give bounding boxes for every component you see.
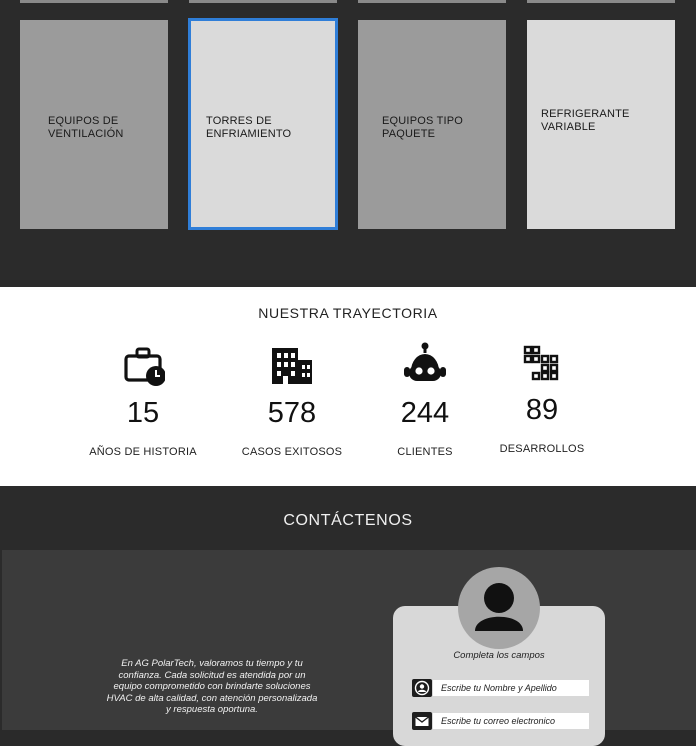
card-edge [358,0,506,3]
building-icon [271,347,313,390]
robot-icon [403,341,447,388]
service-card-paquete[interactable]: EQUIPOS TIPO PAQUETE [358,20,506,229]
envelope-icon [412,712,432,730]
email-input[interactable] [433,713,589,729]
stats-title: NUESTRA TRAYECTORIA [258,305,438,321]
card-edge [527,0,675,3]
briefcase-clock-icon [123,345,166,392]
service-card-ventilacion[interactable]: EQUIPOS DE VENTILACIÓN [20,20,168,229]
user-circle-icon [412,679,432,697]
stats-section: NUESTRA TRAYECTORIA 15 AÑOS DE HISTORIA [0,287,696,486]
stat-value: 89 [525,394,559,426]
blocks-icon [523,345,559,386]
service-card-refrigerante[interactable]: REFRIGERANTE VARIABLE [527,20,675,229]
name-field [412,679,590,697]
contact-title: CONTÁCTENOS [283,512,413,529]
service-card-label: EQUIPOS DE VENTILACIÓN [48,115,124,140]
service-card-label: EQUIPOS TIPO PAQUETE [382,115,464,140]
stat-caption: DESARROLLOS [499,443,585,455]
service-card-label: REFRIGERANTE VARIABLE [541,108,630,133]
name-input[interactable] [433,680,589,696]
services-section: EQUIPOS DE VENTILACIÓN TORRES DE ENFRIAM… [0,0,696,287]
card-edge [189,0,337,3]
service-card-label: TORRES DE ENFRIAMIENTO [206,115,292,140]
contact-section: CONTÁCTENOS En AG PolarTech, valoramos t… [0,486,696,746]
form-hint: Completa los campos [453,650,545,661]
contact-paragraph: En AG PolarTech, valoramos tu tiempo y t… [106,658,318,716]
service-card-torres[interactable]: TORRES DE ENFRIAMIENTO [188,18,338,230]
stat-value: 15 [126,397,160,429]
email-field [412,712,590,730]
card-edge [20,0,168,3]
user-avatar-icon [458,567,540,649]
